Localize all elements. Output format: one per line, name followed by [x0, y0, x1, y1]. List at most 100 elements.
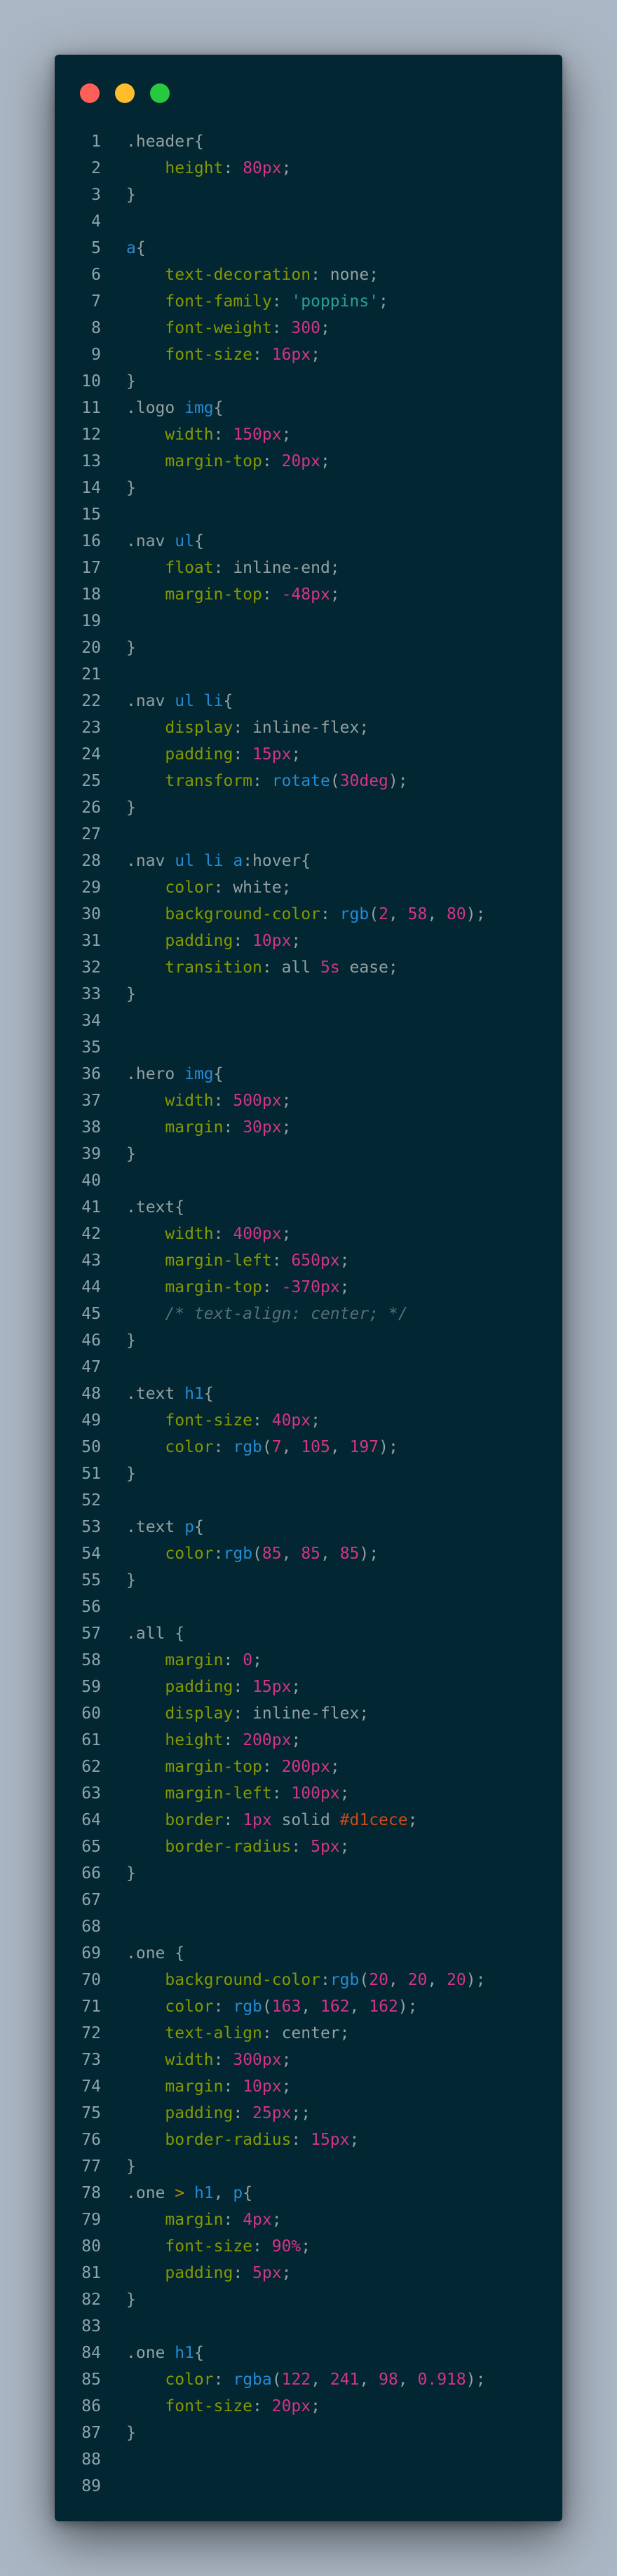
- code-line: 42 width: 400px;: [55, 1221, 562, 1247]
- code-text: color: rgb(7, 105, 197);: [126, 1434, 398, 1460]
- line-number: 42: [81, 1225, 101, 1243]
- line-number: 72: [81, 2024, 101, 2042]
- code-token: 20: [447, 1971, 466, 1989]
- line-number: 61: [81, 1731, 101, 1749]
- code-text: height: 80px;: [126, 155, 291, 182]
- code-token: 650px: [291, 1252, 340, 1270]
- code-token: 500px: [233, 1092, 282, 1110]
- code-token: ;: [349, 2131, 360, 2149]
- code-line: 28 .nav ul li a:hover{: [55, 848, 562, 874]
- code-token: ;: [252, 1651, 262, 1669]
- code-line: 19: [55, 608, 562, 635]
- line-number: 21: [81, 665, 101, 684]
- line-number: 87: [81, 2424, 101, 2442]
- line-number: 60: [81, 1704, 101, 1723]
- code-token: }: [126, 372, 136, 391]
- code-token: :: [271, 319, 292, 337]
- code-token: 80: [447, 905, 466, 923]
- maximize-dot-icon[interactable]: [150, 83, 170, 103]
- code-text: background-color:rgb(20, 20, 20);: [126, 1967, 485, 1993]
- code-token: ,: [398, 2371, 418, 2389]
- code-text: border: 1px solid #d1cece;: [126, 1807, 417, 1833]
- code-token: width: [165, 1225, 214, 1243]
- code-token: margin-top: [165, 1278, 262, 1296]
- code-line: 13 margin-top: 20px;: [55, 448, 562, 475]
- code-token: }: [126, 1571, 136, 1589]
- line-number: 69: [81, 1944, 101, 1962]
- code-token: ;;: [291, 2104, 311, 2122]
- line-number: 53: [81, 1518, 101, 1536]
- code-text: }: [126, 182, 136, 208]
- code-token: {: [194, 532, 204, 550]
- code-token: ;: [281, 426, 292, 444]
- code-token: 20px: [271, 2397, 311, 2415]
- code-token: :: [233, 2264, 253, 2282]
- code-text: .header{: [126, 128, 204, 155]
- line-number: 36: [81, 1065, 101, 1083]
- code-token: ;: [281, 1225, 292, 1243]
- code-token: ,: [388, 905, 408, 923]
- code-token: ;: [281, 2264, 292, 2282]
- line-number: 71: [81, 1998, 101, 2016]
- line-number: 84: [81, 2344, 101, 2362]
- line-number: 12: [81, 426, 101, 444]
- line-number: 57: [81, 1625, 101, 1643]
- code-token: ;: [311, 346, 320, 364]
- code-token: 30deg: [339, 772, 388, 790]
- code-token: 4px: [243, 2211, 272, 2229]
- code-token: width: [165, 426, 214, 444]
- code-token: 200px: [281, 1758, 330, 1776]
- minimize-dot-icon[interactable]: [115, 83, 135, 103]
- line-number: 19: [81, 612, 101, 630]
- code-token: margin-top: [165, 452, 262, 470]
- code-line: 73 width: 300px;: [55, 2047, 562, 2073]
- code-token: -370px: [281, 1278, 340, 1296]
- line-number: 80: [81, 2237, 101, 2256]
- code-token: 241: [330, 2371, 360, 2389]
- line-number: 59: [81, 1678, 101, 1696]
- code-token: ul: [175, 532, 194, 550]
- line-number: 44: [81, 1278, 101, 1296]
- code-token: 98: [379, 2371, 398, 2389]
- line-number: 78: [81, 2184, 101, 2202]
- line-number: 34: [81, 1012, 101, 1030]
- code-text: font-weight: 300;: [126, 315, 330, 341]
- code-token: margin: [165, 2211, 224, 2229]
- code-text: .text h1{: [126, 1381, 214, 1407]
- code-text: width: 300px;: [126, 2047, 291, 2073]
- code-token: ;: [330, 585, 340, 604]
- line-number: 45: [81, 1305, 101, 1323]
- code-text: .text{: [126, 1194, 184, 1221]
- code-text: .one h1{: [126, 2340, 204, 2366]
- code-text: height: 200px;: [126, 1727, 301, 1754]
- code-token: 15px: [252, 1678, 292, 1696]
- code-token: padding: [165, 932, 233, 950]
- code-token: (: [262, 1438, 272, 1456]
- line-number: 86: [81, 2397, 101, 2415]
- line-number: 89: [81, 2477, 101, 2495]
- code-token: .header{: [126, 133, 204, 151]
- code-token: 10px: [252, 932, 292, 950]
- code-line: 23 display: inline-flex;: [55, 714, 562, 741]
- close-dot-icon[interactable]: [80, 83, 100, 103]
- code-text: margin-left: 650px;: [126, 1247, 349, 1274]
- line-number: 24: [81, 745, 101, 764]
- code-token: }: [126, 1465, 136, 1483]
- code-line: 1 .header{: [55, 128, 562, 155]
- line-number: 66: [81, 1864, 101, 1883]
- code-line: 45 /* text-align: center; */: [55, 1301, 562, 1327]
- code-token: ;: [339, 1784, 350, 1803]
- code-token: }: [126, 479, 136, 497]
- code-token: .text: [126, 1518, 185, 1536]
- code-line: 62 margin-top: 200px;: [55, 1754, 562, 1780]
- code-token: ,: [281, 1438, 301, 1456]
- code-token: font-weight: [165, 319, 272, 337]
- code-token: ,: [301, 1998, 320, 2016]
- code-token: 300px: [233, 2051, 282, 2069]
